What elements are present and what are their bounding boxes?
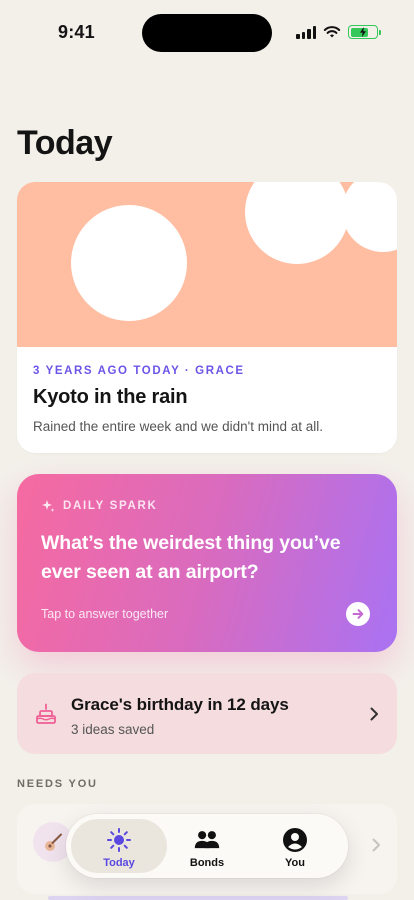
daily-spark-cta: Tap to answer together (41, 607, 169, 621)
memory-description: Rained the entire week and we didn't min… (33, 419, 323, 434)
status-bar: 9:41 (0, 0, 414, 60)
next-card-peek (48, 896, 348, 900)
tab-you[interactable]: You (247, 819, 343, 873)
chevron-right-icon (372, 838, 380, 852)
dynamic-island (142, 14, 272, 52)
arrow-right-icon[interactable] (346, 602, 370, 626)
battery-icon (348, 25, 381, 39)
birthday-subtitle: 3 ideas saved (71, 722, 155, 737)
birthday-reminder-card[interactable]: Grace's birthday in 12 days 3 ideas save… (17, 673, 397, 754)
sparkle-icon (42, 500, 55, 512)
people-icon (194, 827, 220, 853)
tab-bar: Today Bonds You (66, 814, 348, 878)
tab-you-label: You (285, 857, 305, 869)
memory-card[interactable]: 3 YEARS AGO TODAY · GRACE Kyoto in the r… (17, 182, 397, 453)
memory-title: Kyoto in the rain (33, 386, 188, 408)
birthday-title: Grace's birthday in 12 days (71, 695, 289, 714)
memory-photo (17, 182, 397, 347)
chevron-right-icon (370, 707, 378, 721)
cellular-signal-icon (296, 25, 316, 39)
wifi-icon (323, 26, 341, 38)
daily-spark-card[interactable]: DAILY SPARK What’s the weirdest thing yo… (17, 474, 397, 652)
tab-bonds-label: Bonds (189, 857, 225, 869)
profile-icon (282, 827, 308, 853)
daily-spark-label-text: DAILY SPARK (63, 500, 158, 512)
status-icons (296, 25, 381, 39)
status-time: 9:41 (58, 22, 95, 42)
daily-spark-label: DAILY SPARK (41, 499, 158, 513)
sun-icon (106, 827, 132, 853)
page-title: Today (17, 124, 113, 162)
tab-today[interactable]: Today (71, 819, 167, 873)
daily-spark-question: What’s the weirdest thing you’ve ever se… (41, 532, 341, 583)
needs-you-heading: NEEDS YOU (17, 778, 98, 790)
tab-today-label: Today (103, 857, 135, 869)
memory-meta: 3 YEARS AGO TODAY · GRACE (33, 365, 245, 377)
cake-icon (36, 703, 56, 724)
tab-bonds[interactable]: Bonds (159, 819, 255, 873)
